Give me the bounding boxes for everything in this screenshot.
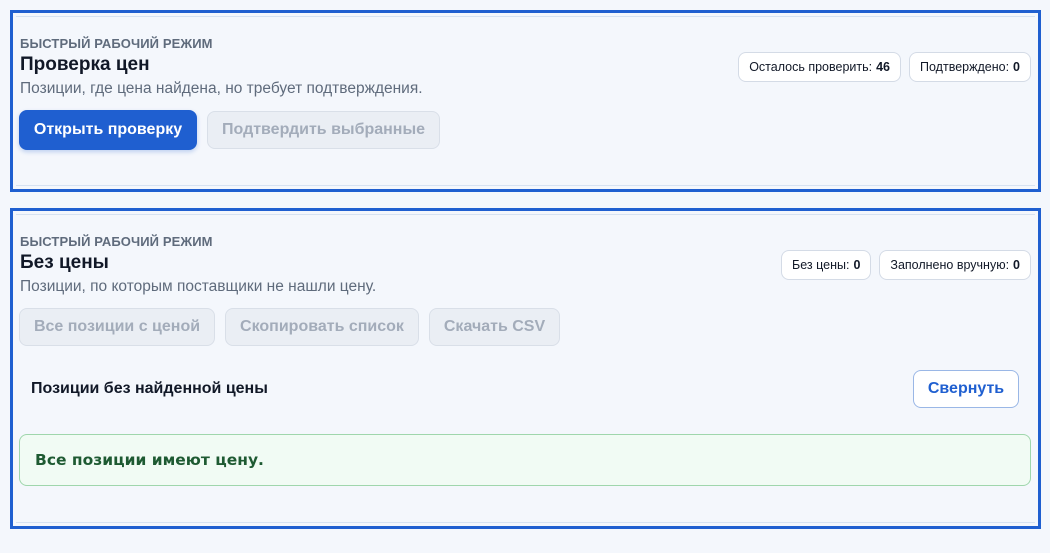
no-price-count-value: 0	[853, 258, 861, 272]
open-check-button[interactable]: Открыть проверку	[19, 110, 197, 150]
remaining-to-check-value: 46	[876, 60, 891, 74]
collapse-button[interactable]: Свернуть	[913, 370, 1019, 408]
all-priced-message-box: Все позиции имеют цену.	[19, 434, 1031, 486]
no-price-description: Позиции, по которым поставщики не нашли …	[20, 278, 377, 295]
no-price-count-label: Без цены:	[792, 258, 850, 272]
no-price-stats: Без цены: 0 Заполнено вручную: 0	[781, 250, 1031, 280]
confirmed-badge: Подтверждено: 0	[909, 52, 1031, 82]
price-check-panel: БЫСТРЫЙ РАБОЧИЙ РЕЖИМ Проверка цен Позиц…	[10, 10, 1041, 192]
remaining-to-check-label: Осталось проверить:	[749, 60, 873, 74]
no-price-title: Без цены	[20, 252, 109, 273]
price-check-actions: Открыть проверку Подтвердить выбранные	[19, 110, 440, 150]
no-price-panel-inner: БЫСТРЫЙ РАБОЧИЙ РЕЖИМ Без цены Позиции, …	[16, 214, 1035, 523]
download-csv-button[interactable]: Скачать CSV	[429, 308, 560, 346]
confirm-selected-button[interactable]: Подтвердить выбранные	[207, 111, 440, 149]
no-price-eyebrow: БЫСТРЫЙ РАБОЧИЙ РЕЖИМ	[20, 234, 213, 249]
no-price-list-title: Позиции без найденной цены	[31, 380, 268, 397]
price-check-stats: Осталось проверить: 46 Подтверждено: 0	[738, 52, 1031, 82]
price-check-panel-inner: БЫСТРЫЙ РАБОЧИЙ РЕЖИМ Проверка цен Позиц…	[16, 16, 1035, 186]
filled-manually-badge: Заполнено вручную: 0	[879, 250, 1031, 280]
copy-list-button[interactable]: Скопировать список	[225, 308, 419, 346]
no-price-panel: БЫСТРЫЙ РАБОЧИЙ РЕЖИМ Без цены Позиции, …	[10, 208, 1041, 529]
price-check-description: Позиции, где цена найдена, но требует по…	[20, 80, 423, 97]
price-check-title: Проверка цен	[20, 54, 150, 75]
filled-manually-label: Заполнено вручную:	[890, 258, 1010, 272]
no-price-count-badge: Без цены: 0	[781, 250, 872, 280]
confirmed-label: Подтверждено:	[920, 60, 1010, 74]
all-priced-message: Все позиции имеют цену.	[35, 451, 264, 469]
remaining-to-check-badge: Осталось проверить: 46	[738, 52, 902, 82]
no-price-actions: Все позиции с ценой Скопировать список С…	[19, 308, 560, 346]
filled-manually-value: 0	[1013, 258, 1020, 272]
price-check-eyebrow: БЫСТРЫЙ РАБОЧИЙ РЕЖИМ	[20, 36, 213, 51]
all-priced-button[interactable]: Все позиции с ценой	[19, 308, 215, 346]
confirmed-value: 0	[1013, 60, 1020, 74]
